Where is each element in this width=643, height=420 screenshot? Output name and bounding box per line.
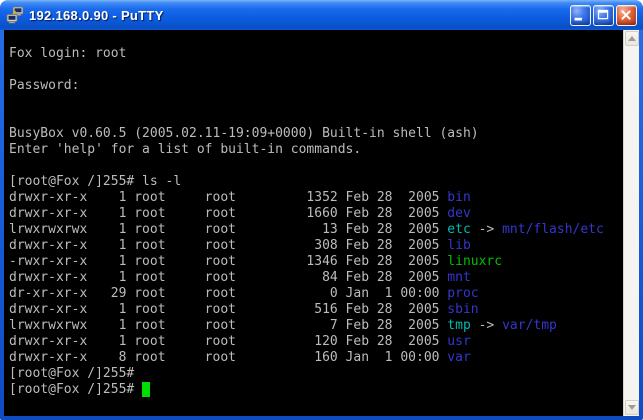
terminal-line [9,158,623,174]
scroll-up-button[interactable] [625,31,639,46]
terminal-line: drwxr-xr-x 1 root root 308 Feb 28 2005 l… [9,238,623,254]
terminal-line [9,110,623,126]
terminal-line: [root@Fox /]255# [9,382,623,398]
putty-window: 192.168.0.90 - PuTTY Fox login: root Pas… [0,0,643,420]
minimize-button[interactable] [570,5,591,26]
terminal-content[interactable]: Fox login: root Password: BusyBox v0.60.… [4,30,623,416]
minimize-icon [571,5,590,26]
terminal-line: Enter 'help' for a list of built-in comm… [9,142,623,158]
terminal-line: drwxr-xr-x 1 root root 120 Feb 28 2005 u… [9,334,623,350]
terminal-line: Fox login: root [9,46,623,62]
window-controls [570,5,637,26]
terminal-cursor [142,382,150,397]
terminal-line: Password: [9,78,623,94]
terminal-line: drwxr-xr-x 1 root root 516 Feb 28 2005 s… [9,302,623,318]
title-bar[interactable]: 192.168.0.90 - PuTTY [0,0,643,30]
terminal-line: drwxr-xr-x 1 root root 1660 Feb 28 2005 … [9,206,623,222]
terminal-line: dr-xr-xr-x 29 root root 0 Jan 1 00:00 pr… [9,286,623,302]
terminal-line: drwxr-xr-x 1 root root 84 Feb 28 2005 mn… [9,270,623,286]
terminal-line: -rwxr-xr-x 1 root root 1346 Feb 28 2005 … [9,254,623,270]
putty-icon[interactable] [6,6,24,24]
terminal-line [9,94,623,110]
scrollbar[interactable] [623,30,639,416]
terminal-line: [root@Fox /]255# [9,366,623,382]
close-button[interactable] [616,5,637,26]
close-icon [617,5,636,26]
terminal-line: lrwxrwxrwx 1 root root 13 Feb 28 2005 et… [9,222,623,238]
terminal-line: drwxr-xr-x 8 root root 160 Jan 1 00:00 v… [9,350,623,366]
window-title: 192.168.0.90 - PuTTY [29,8,570,23]
arrow-down-icon [628,405,636,410]
arrow-up-icon [628,36,636,41]
terminal-line [9,30,623,46]
scroll-down-button[interactable] [625,400,639,415]
terminal-screen[interactable]: Fox login: root Password: BusyBox v0.60.… [4,30,639,416]
terminal-line: lrwxrwxrwx 1 root root 7 Feb 28 2005 tmp… [9,318,623,334]
terminal-line: BusyBox v0.60.5 (2005.02.11-19:09+0000) … [9,126,623,142]
terminal-line: drwxr-xr-x 1 root root 1352 Feb 28 2005 … [9,190,623,206]
maximize-icon [594,5,613,26]
maximize-button[interactable] [593,5,614,26]
terminal-line [9,62,623,78]
terminal-line: [root@Fox /]255# ls -l [9,174,623,190]
